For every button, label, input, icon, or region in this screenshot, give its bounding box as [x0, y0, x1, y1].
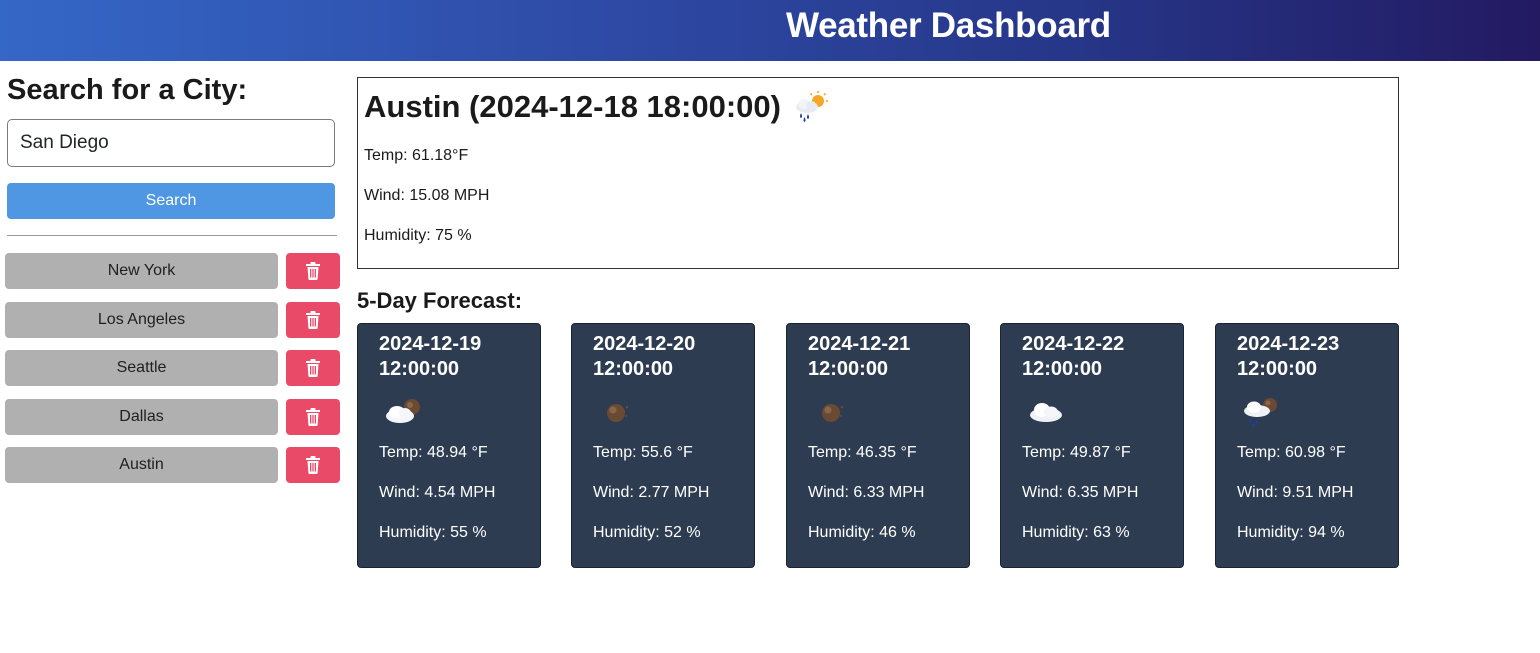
trash-icon: [306, 359, 320, 377]
forecast-humidity: Humidity: 94 %: [1237, 524, 1345, 541]
history-city-button[interactable]: Dallas: [5, 398, 278, 435]
city-search-input[interactable]: [7, 119, 335, 167]
forecast-date: 2024-12-23 12:00:00: [1237, 333, 1340, 380]
delete-city-button[interactable]: [286, 301, 340, 338]
forecast-temp: Temp: 60.98 °F: [1237, 444, 1346, 461]
forecast-cards: 2024-12-19 12:00:00 Temp: 48.94 °F Wind:…: [357, 323, 1399, 568]
rain-night-icon: [1244, 398, 1277, 427]
sidebar: Search for a City: Search New York Los A…: [0, 61, 345, 653]
history-item: Seattle: [5, 350, 341, 386]
trash-icon: [306, 407, 320, 426]
forecast-temp: Temp: 49.87 °F: [1022, 444, 1131, 461]
forecast-wind: Wind: 4.54 MPH: [379, 484, 496, 501]
forecast-wind: Wind: 9.51 MPH: [1237, 484, 1354, 501]
forecast-card: 2024-12-19 12:00:00 Temp: 48.94 °F Wind:…: [357, 323, 541, 568]
current-weather-title: Austin (2024-12-18 18:00:00): [364, 88, 829, 126]
forecast-humidity: Humidity: 63 %: [1022, 524, 1130, 541]
clear-night-icon: [822, 404, 844, 422]
forecast-date: 2024-12-19 12:00:00: [379, 333, 482, 380]
forecast-temp: Temp: 55.6 °F: [593, 444, 693, 461]
search-heading: Search for a City:: [7, 74, 248, 106]
delete-city-button[interactable]: [286, 350, 340, 386]
delete-city-button[interactable]: [286, 447, 340, 483]
forecast-temp: Temp: 48.94 °F: [379, 444, 488, 461]
page-title: Weather Dashboard: [786, 6, 1111, 45]
history-city-button[interactable]: Austin: [5, 447, 278, 483]
rain-sun-icon: [795, 91, 828, 122]
trash-icon: [306, 310, 320, 329]
delete-city-button[interactable]: [286, 253, 340, 289]
page-header: Weather Dashboard: [0, 0, 1540, 61]
forecast-wind: Wind: 6.35 MPH: [1022, 484, 1139, 501]
clear-night-icon: [607, 404, 629, 422]
current-weather-panel: Austin (2024-12-18 18:00:00) Temp: 61.18…: [357, 77, 1399, 269]
search-history-list: New York Los Angeles Seattle Dallas Aust…: [5, 253, 341, 496]
forecast-heading: 5-Day Forecast:: [357, 288, 523, 313]
forecast-wind: Wind: 2.77 MPH: [593, 484, 710, 501]
divider: [7, 235, 337, 236]
current-humidity: Humidity: 75 %: [364, 227, 472, 244]
history-item: New York: [5, 253, 341, 289]
history-item: Dallas: [5, 398, 341, 435]
forecast-humidity: Humidity: 52 %: [593, 524, 701, 541]
history-item: Austin: [5, 447, 341, 483]
history-city-button[interactable]: New York: [5, 253, 278, 289]
forecast-date: 2024-12-21 12:00:00: [808, 333, 911, 380]
cloud-icon: [1030, 403, 1062, 422]
forecast-temp: Temp: 46.35 °F: [808, 444, 917, 461]
history-item: Los Angeles: [5, 301, 341, 338]
search-button[interactable]: Search: [7, 183, 335, 219]
forecast-wind: Wind: 6.33 MPH: [808, 484, 925, 501]
forecast-humidity: Humidity: 46 %: [808, 524, 916, 541]
forecast-date: 2024-12-22 12:00:00: [1022, 333, 1125, 380]
current-temp: Temp: 61.18°F: [364, 147, 469, 164]
trash-icon: [306, 262, 320, 280]
current-wind: Wind: 15.08 MPH: [364, 187, 490, 204]
forecast-card: 2024-12-23 12:00:00 Temp: 60.98 °F Wind:…: [1215, 323, 1399, 568]
forecast-card: 2024-12-20 12:00:00 Temp: 55.6 °F Wind: …: [571, 323, 755, 568]
forecast-humidity: Humidity: 55 %: [379, 524, 487, 541]
forecast-date: 2024-12-20 12:00:00: [593, 333, 696, 380]
delete-city-button[interactable]: [286, 398, 340, 435]
trash-icon: [306, 456, 320, 474]
forecast-card: 2024-12-22 12:00:00 Temp: 49.87 °F Wind:…: [1000, 323, 1184, 568]
current-city-date: Austin (2024-12-18 18:00:00): [364, 89, 781, 124]
history-city-button[interactable]: Los Angeles: [5, 301, 278, 338]
cloudy-night-icon: [386, 399, 420, 423]
history-city-button[interactable]: Seattle: [5, 350, 278, 386]
forecast-card: 2024-12-21 12:00:00 Temp: 46.35 °F Wind:…: [786, 323, 970, 568]
